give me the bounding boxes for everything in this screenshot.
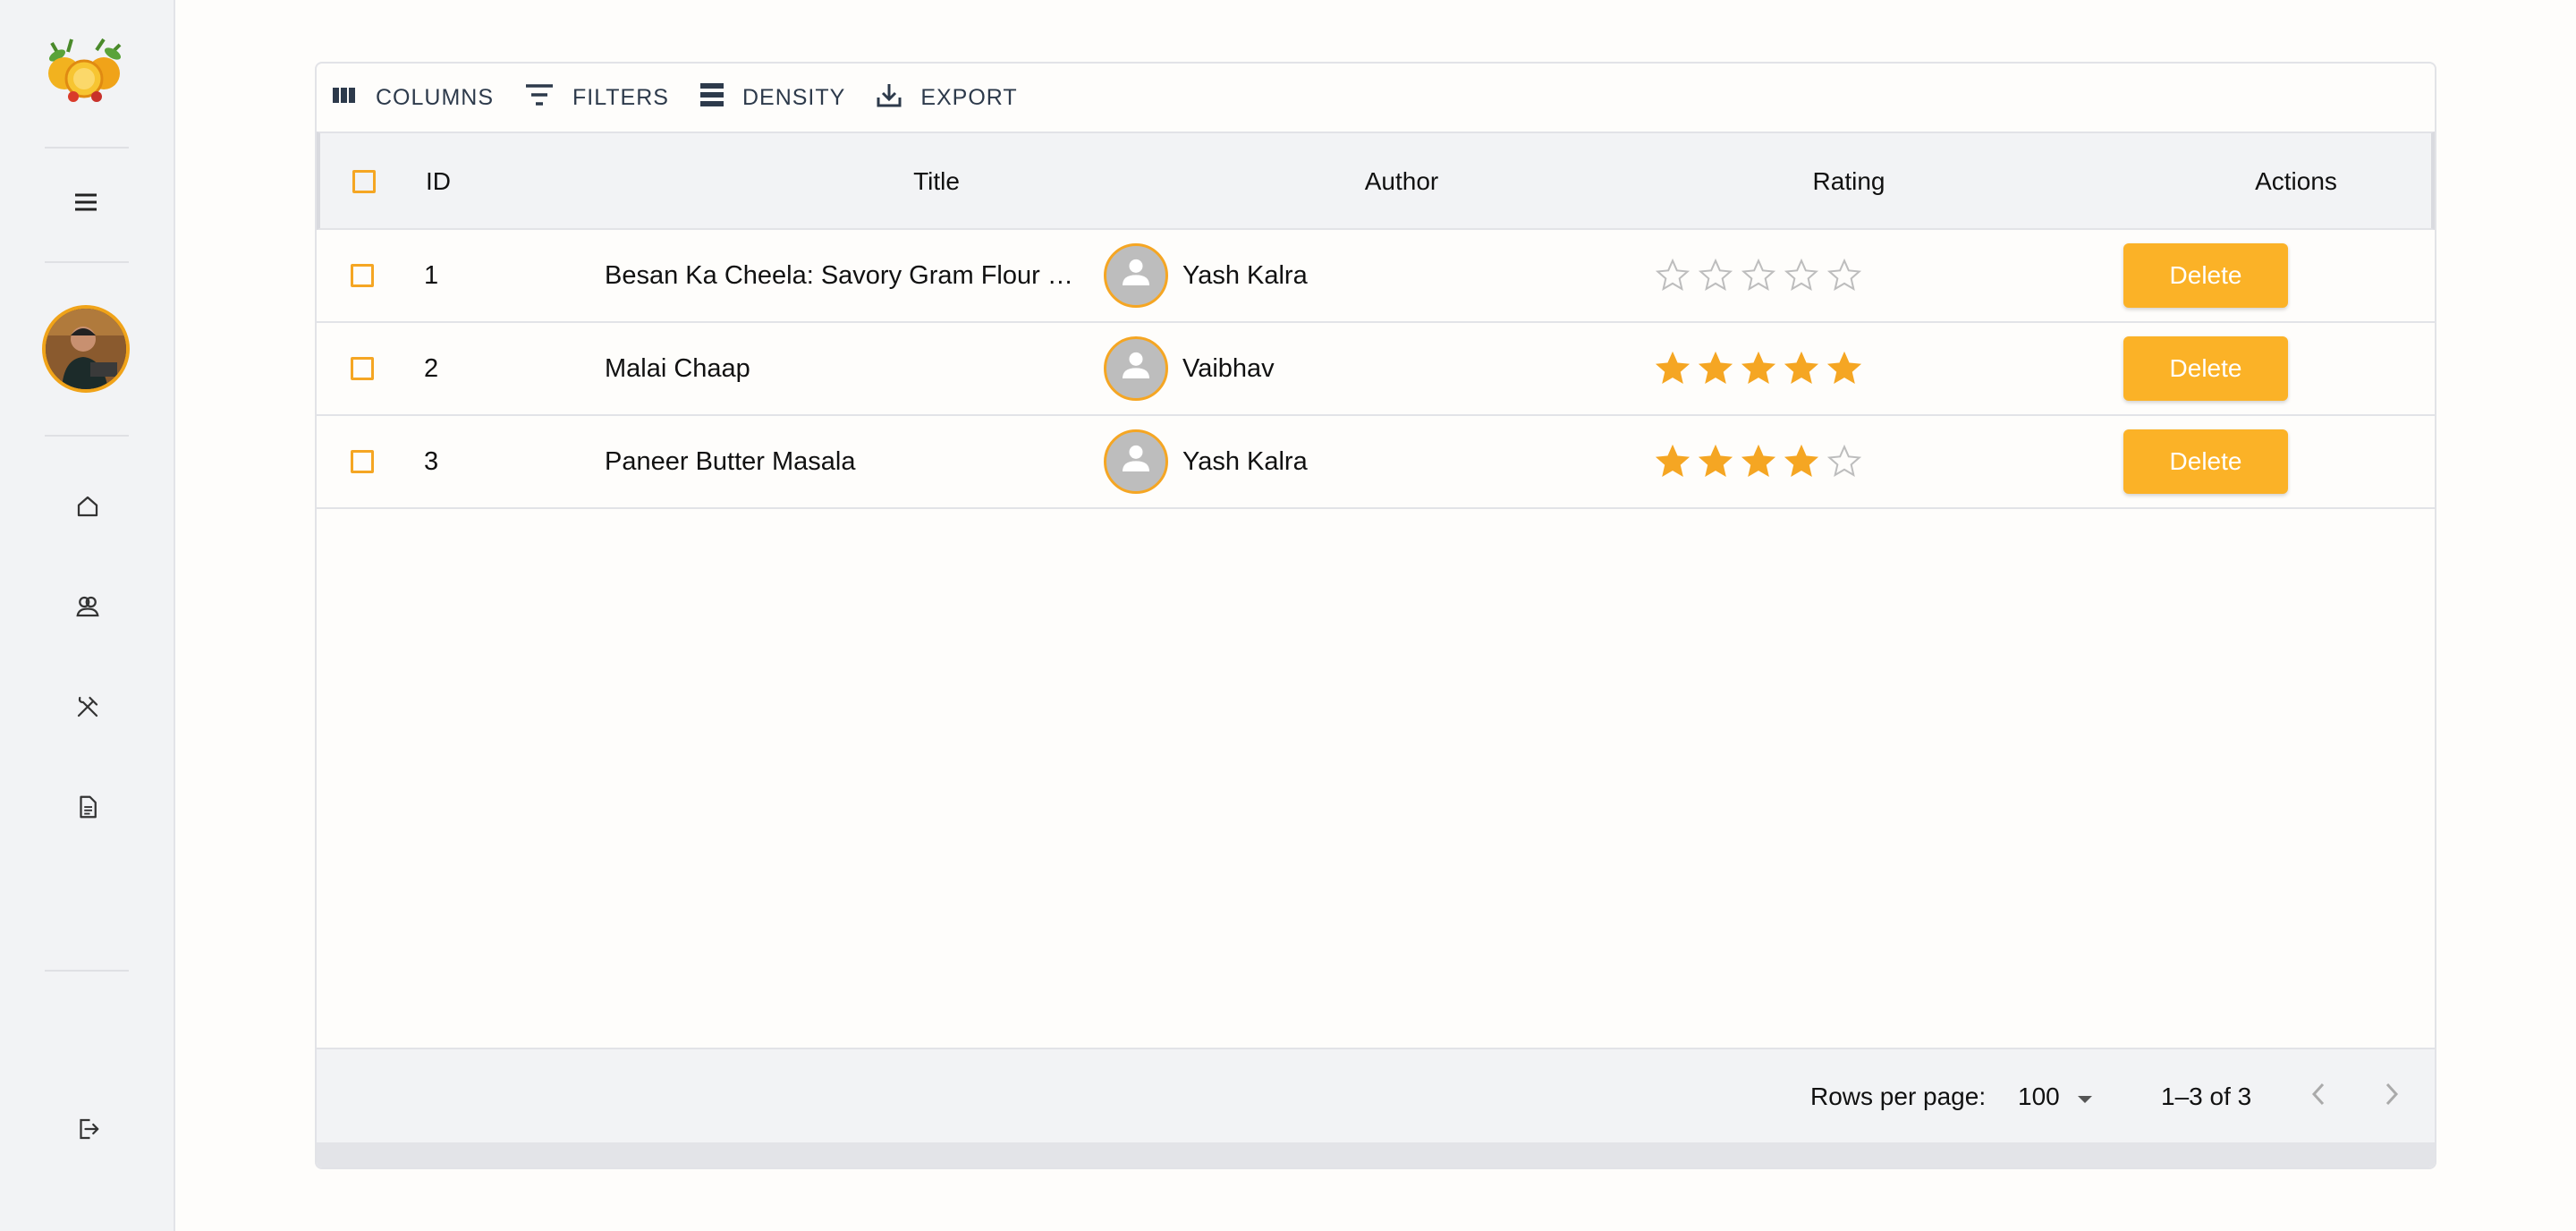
star-rating[interactable]	[1655, 323, 1862, 414]
header-id[interactable]: ID	[426, 133, 451, 230]
delete-button[interactable]: Delete	[2123, 429, 2288, 494]
table-row[interactable]: 3 Paneer Butter Masala Yash Kalra Delete	[317, 416, 2435, 509]
columns-icon	[331, 84, 376, 112]
menu-toggle-button[interactable]	[54, 172, 118, 236]
rows-per-page-label: Rows per page:	[1810, 1082, 1987, 1110]
cell-actions: Delete	[2123, 230, 2288, 321]
utensils-icon	[74, 693, 101, 725]
cell-id: 1	[424, 260, 439, 290]
grid-footer: Rows per page: 100 1–3 of 3	[317, 1048, 2435, 1142]
users-icon	[74, 593, 101, 624]
recipes-data-grid: COLUMNS FILTERS DENSITY EXPORT ID Title …	[315, 62, 2436, 1169]
author-avatar	[1104, 429, 1168, 494]
sidebar-divider	[45, 261, 129, 263]
filters-button[interactable]: FILTERS	[524, 72, 669, 123]
delete-button[interactable]: Delete	[2123, 243, 2288, 308]
sidebar-item-home[interactable]	[55, 476, 120, 540]
cell-title: Besan Ka Cheela: Savory Gram Flour …	[605, 260, 1073, 290]
cell-author: Yash Kalra	[1104, 416, 1308, 507]
author-name: Yash Kalra	[1182, 260, 1308, 290]
star-empty-icon[interactable]	[1741, 258, 1776, 293]
row-checkbox[interactable]	[351, 416, 374, 507]
previous-page-button[interactable]	[2309, 1049, 2327, 1144]
column-header-row: ID Title Author Rating Actions	[317, 132, 2435, 230]
sidebar-item-users[interactable]	[55, 576, 120, 641]
star-rating[interactable]	[1655, 230, 1862, 321]
horizontal-scrollbar[interactable]	[317, 1142, 2435, 1167]
dropdown-arrow-icon	[2076, 1082, 2094, 1111]
star-filled-icon[interactable]	[1784, 351, 1819, 386]
pagination-text: 1–3 of 3	[2161, 1082, 2252, 1110]
columns-label: COLUMNS	[376, 84, 495, 110]
rows-per-page-value: 100	[2018, 1082, 2060, 1110]
columns-button[interactable]: COLUMNS	[331, 72, 494, 123]
sidebar-divider	[45, 435, 129, 437]
star-empty-icon[interactable]	[1826, 258, 1862, 293]
row-checkbox[interactable]	[351, 230, 374, 321]
export-label: EXPORT	[920, 84, 1018, 110]
cell-id: 2	[424, 353, 439, 383]
select-all-checkbox[interactable]	[352, 133, 376, 230]
header-author[interactable]: Author	[1286, 133, 1517, 230]
table-row[interactable]: 2 Malai Chaap Vaibhav Delete	[317, 323, 2435, 416]
person-icon	[1118, 440, 1154, 483]
density-button[interactable]: DENSITY	[699, 72, 845, 123]
author-name: Vaibhav	[1182, 353, 1275, 383]
star-rating[interactable]	[1655, 416, 1862, 507]
hamburger-menu-icon	[72, 191, 99, 217]
star-empty-icon[interactable]	[1826, 444, 1862, 480]
author-avatar	[1104, 336, 1168, 401]
next-page-button[interactable]	[2383, 1049, 2401, 1144]
cell-actions: Delete	[2123, 323, 2288, 414]
header-title[interactable]: Title	[821, 133, 1052, 230]
delete-button[interactable]: Delete	[2123, 336, 2288, 401]
cell-actions: Delete	[2123, 416, 2288, 507]
star-filled-icon[interactable]	[1784, 444, 1819, 480]
header-rating[interactable]: Rating	[1733, 133, 1964, 230]
density-label: DENSITY	[741, 84, 846, 110]
star-filled-icon[interactable]	[1741, 444, 1776, 480]
star-filled-icon[interactable]	[1655, 351, 1690, 386]
export-button[interactable]: EXPORT	[876, 72, 1017, 123]
sidebar	[0, 0, 175, 1231]
person-icon	[1118, 254, 1154, 297]
chevron-left-icon	[2309, 1082, 2327, 1113]
sidebar-item-recipes[interactable]	[55, 676, 120, 741]
star-filled-icon[interactable]	[1698, 351, 1733, 386]
grid-toolbar: COLUMNS FILTERS DENSITY EXPORT	[317, 64, 2435, 132]
sidebar-item-documents[interactable]	[55, 777, 120, 841]
sidebar-divider	[45, 147, 129, 149]
table-row[interactable]: 1 Besan Ka Cheela: Savory Gram Flour … Yas…	[317, 230, 2435, 323]
cell-author: Vaibhav	[1104, 323, 1275, 414]
filters-label: FILTERS	[572, 84, 669, 110]
star-empty-icon[interactable]	[1655, 258, 1690, 293]
fruit-logo	[41, 38, 129, 104]
star-filled-icon[interactable]	[1698, 444, 1733, 480]
author-avatar	[1104, 243, 1168, 308]
star-filled-icon[interactable]	[1741, 351, 1776, 386]
star-empty-icon[interactable]	[1784, 258, 1819, 293]
density-icon	[699, 81, 742, 115]
document-icon	[74, 794, 101, 825]
author-name: Yash Kalra	[1182, 446, 1308, 476]
rows-per-page-select[interactable]: 100	[2018, 1049, 2094, 1144]
cell-title: Paneer Butter Masala	[605, 446, 856, 476]
logout-icon	[74, 1116, 101, 1147]
user-avatar[interactable]	[42, 305, 130, 393]
star-empty-icon[interactable]	[1698, 258, 1733, 293]
download-icon	[876, 81, 920, 115]
logout-button[interactable]	[55, 1099, 120, 1163]
cell-title: Malai Chaap	[605, 353, 750, 383]
cell-id: 3	[424, 446, 439, 476]
star-filled-icon[interactable]	[1826, 351, 1862, 386]
cell-author: Yash Kalra	[1104, 230, 1308, 321]
person-icon	[1118, 347, 1154, 390]
filter-icon	[524, 81, 572, 115]
row-checkbox[interactable]	[351, 323, 374, 414]
header-actions: Actions	[2255, 167, 2337, 195]
home-icon	[74, 493, 101, 524]
star-filled-icon[interactable]	[1655, 444, 1690, 480]
chevron-right-icon	[2383, 1082, 2401, 1113]
sidebar-divider	[45, 970, 129, 972]
